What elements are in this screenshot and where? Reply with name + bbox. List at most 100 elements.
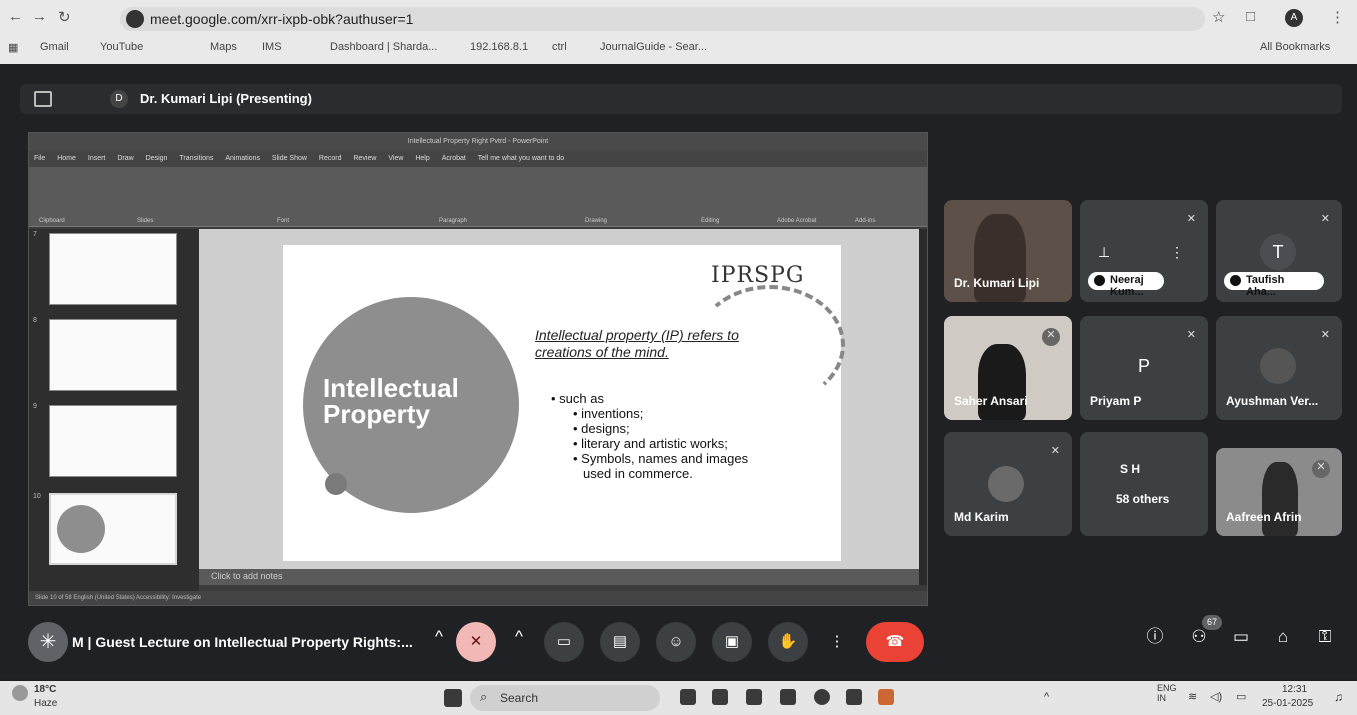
language-indicator[interactable]: ENG IN [1157,683,1177,703]
bookmark-1[interactable]: YouTube [100,41,143,53]
powerpoint-icon[interactable] [878,689,894,705]
mic-off-button[interactable]: ✕ [456,622,496,662]
bookmark-3[interactable]: IMS [262,41,282,53]
notification-bell-icon[interactable]: ♫ [1334,690,1343,704]
participant-tile[interactable]: ✕ P Priyam P [1080,316,1208,420]
leave-call-button[interactable]: ☎ [866,622,924,662]
profile-avatar[interactable]: A [1285,9,1303,27]
audio-options-icon[interactable]: ^ [424,622,454,652]
mic-off-icon: ✕ [1312,460,1330,478]
slide-number: 8 [33,317,37,324]
address-bar[interactable]: meet.google.com/xrr-ixpb-obk?authuser=1 [120,7,1205,31]
participant-tile[interactable]: ✕ T Taufish Aha... [1216,200,1342,302]
participant-tile[interactable]: Dr. Kumari Lipi [944,200,1072,302]
bookmark-7[interactable]: JournalGuide - Sear... [600,41,707,53]
bookmark-0[interactable]: Gmail [40,41,69,53]
ppt-tab: Home [57,155,76,162]
ppt-tab: Draw [117,155,134,162]
participant-icon [1230,275,1241,286]
current-slide: Intellectual Property IPRSPG Intellectua… [283,245,845,561]
ppt-tab: Review [353,155,377,162]
host-controls-icon[interactable]: ⚿ [1310,622,1340,652]
lang-code: ENG [1157,683,1177,693]
slide-thumbnail [49,319,177,391]
heading-line-2: creations of the mind. [535,344,669,360]
more-icon[interactable]: ⋮ [1170,244,1184,261]
participant-tile[interactable]: ✕ Saher Ansari [944,316,1072,420]
taskbar-app-icon[interactable] [712,689,728,705]
folder-icon[interactable] [746,689,762,705]
present-stop-icon[interactable] [34,91,52,107]
ppt-status-text: Slide 10 of 58 English (United States) A… [35,595,202,601]
slide-small-circle [325,473,347,495]
apps-icon[interactable]: ▦ [8,41,18,54]
slide-logo: IPRSPG [711,263,805,288]
taskbar-app-icon[interactable] [780,689,796,705]
slide-thumbnail [49,405,177,477]
taskbar-app-icon[interactable] [680,689,696,705]
pin-icon[interactable]: ⊥ [1098,244,1110,261]
raise-hand-button[interactable]: ✋ [768,622,808,662]
ppt-tab: Tell me what you want to do [477,155,565,162]
battery-icon[interactable]: ▭ [1236,690,1246,703]
bullet-item: used in commerce. [583,466,693,481]
participant-name: Neeraj Kum... [1110,274,1144,298]
star-icon[interactable]: ☆ [1212,8,1225,26]
participant-tile[interactable]: ✕ Aafreen Afrin [1216,448,1342,536]
reload-icon[interactable]: ↻ [58,8,71,26]
clock[interactable]: 12:31 [1282,684,1307,695]
participant-video [1262,462,1298,536]
participant-name: Ayushman Ver... [1226,394,1319,408]
others-initials: S H [1120,462,1141,476]
taskbar-app-icon[interactable] [846,689,862,705]
ribbon-group: Slides [137,218,154,224]
url-text: meet.google.com/xrr-ixpb-obk?authuser=1 [150,11,414,27]
meeting-menu-icon[interactable]: ✳ [28,622,68,662]
participant-tile[interactable]: ✕ ⊥ ⋮ Neeraj Kum... [1080,200,1208,302]
participant-chip: Neeraj Kum... [1088,272,1164,298]
bookmarks-bar: ▦ Gmail YouTube Maps IMS Dashboard | Sha… [0,37,1357,61]
forward-icon[interactable]: → [32,8,47,25]
chat-icon[interactable]: ▭ [1226,622,1256,652]
all-bookmarks[interactable]: All Bookmarks [1260,41,1330,53]
ppt-ribbon: Clipboard Slides Font Paragraph Drawing … [29,167,927,227]
bookmark-5[interactable]: 192.168.8.1 [470,41,528,53]
ribbon-group: Editing [701,218,720,224]
more-options-button[interactable]: ⋮ [822,622,852,662]
meet-control-bar: ✳ M | Guest Lecture on Intellectual Prop… [0,612,1357,670]
weather-temp: 18°C [34,684,57,695]
menu-icon[interactable]: ⋮ [1330,8,1345,26]
participant-tile[interactable]: ✕ Md Karim [944,432,1072,536]
windows-taskbar: 18°C Haze ⌕ Search ^ ENG IN ≋ ◁) ▭ 12:31 … [0,681,1357,715]
chrome-icon[interactable] [814,689,830,705]
people-icon[interactable]: ⚇ [1184,622,1214,652]
captions-button[interactable]: ▤ [600,622,640,662]
others-count: 58 others [1116,492,1170,506]
mic-off-icon: ✕ [1042,328,1060,346]
ribbon-group: Clipboard [39,218,65,224]
emoji-button[interactable]: ☺ [656,622,696,662]
ppt-title-bar: Intellectual Property Right Pvtrd - Powe… [29,133,927,151]
taskbar-search[interactable]: ⌕ Search [470,685,660,711]
wifi-icon[interactable]: ≋ [1188,690,1197,703]
weather-icon[interactable] [12,685,28,701]
bookmark-6[interactable]: ctrl [552,41,567,53]
volume-icon[interactable]: ◁) [1210,690,1222,703]
camera-button[interactable]: ▭ [544,622,584,662]
participant-tile[interactable]: ✕ Ayushman Ver... [1216,316,1342,420]
extensions-icon[interactable]: □ [1246,8,1255,25]
ppt-tab: Transitions [179,155,214,162]
activities-icon[interactable]: ⌂ [1268,622,1298,652]
back-icon[interactable]: ← [8,8,23,25]
start-icon[interactable] [444,689,462,707]
bookmark-4[interactable]: Dashboard | Sharda... [330,41,437,53]
slide-canvas: Intellectual Property IPRSPG Intellectua… [199,229,921,569]
ppt-ribbon-tabs: File Home Insert Draw Design Transitions… [29,151,927,167]
bookmark-2[interactable]: Maps [210,41,237,53]
info-icon[interactable]: ⓘ [1140,622,1170,652]
others-tile[interactable]: S H 58 others [1080,432,1208,536]
presenter-label: Dr. Kumari Lipi (Presenting) [140,91,312,106]
video-options-icon[interactable]: ^ [504,622,534,652]
present-button[interactable]: ▣ [712,622,752,662]
tray-arrow-icon[interactable]: ^ [1044,691,1049,703]
